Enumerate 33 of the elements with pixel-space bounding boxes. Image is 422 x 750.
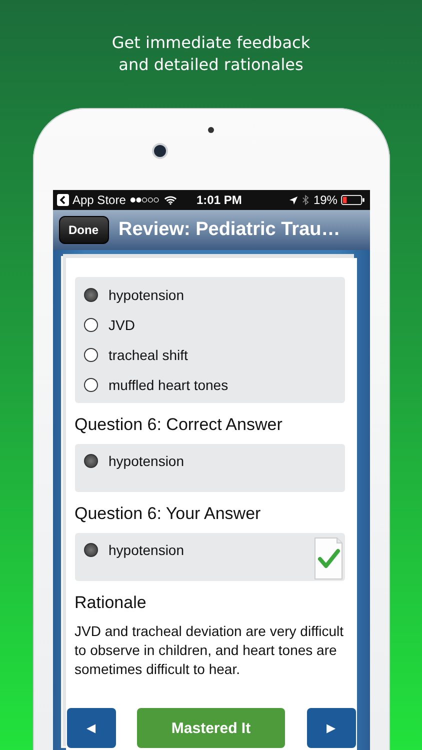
- back-link[interactable]: App Store: [72, 193, 126, 207]
- radio-button[interactable]: [84, 318, 98, 332]
- headline-text: and detailed rationales: [118, 54, 304, 76]
- location-icon: [289, 196, 298, 204]
- radio-button[interactable]: [84, 543, 98, 557]
- battery-icon: [341, 195, 366, 205]
- option-label: hypotension: [108, 453, 184, 469]
- wifi-icon: [164, 195, 177, 205]
- next-button[interactable]: ►: [306, 708, 356, 748]
- section-heading: Question 6: Your Answer: [74, 503, 262, 525]
- option-label: hypotension: [108, 287, 184, 303]
- headline-text: Get immediate feedback: [112, 32, 310, 54]
- back-icon[interactable]: [56, 194, 68, 206]
- option-label: hypotension: [108, 542, 184, 558]
- section-heading: Rationale: [74, 592, 148, 614]
- option-label: muffled heart tones: [108, 377, 228, 393]
- radio-button[interactable]: [84, 378, 98, 392]
- section-heading: Question 6: Correct Answer: [74, 414, 284, 436]
- screen-title: Review: Pediatric Trau…: [118, 219, 340, 241]
- speaker-icon: [208, 127, 214, 133]
- done-button[interactable]: Done: [58, 216, 108, 244]
- battery-percent: 19%: [313, 193, 338, 207]
- option-label: tracheal shift: [108, 347, 188, 363]
- radio-button[interactable]: [84, 348, 98, 362]
- bluetooth-icon: [302, 194, 310, 206]
- previous-button[interactable]: ◄: [66, 708, 116, 748]
- option-label: JVD: [108, 317, 135, 333]
- signal-icon: [130, 197, 160, 203]
- rationale-text: JVD and tracheal deviation are very difficult to observe in children, and heart tones are sometimes difficult to hear.: [74, 622, 344, 679]
- radio-button[interactable]: [84, 288, 98, 302]
- clock-time: 1:01 PM: [196, 193, 242, 207]
- camera-icon: [154, 145, 166, 157]
- radio-button[interactable]: [84, 454, 98, 468]
